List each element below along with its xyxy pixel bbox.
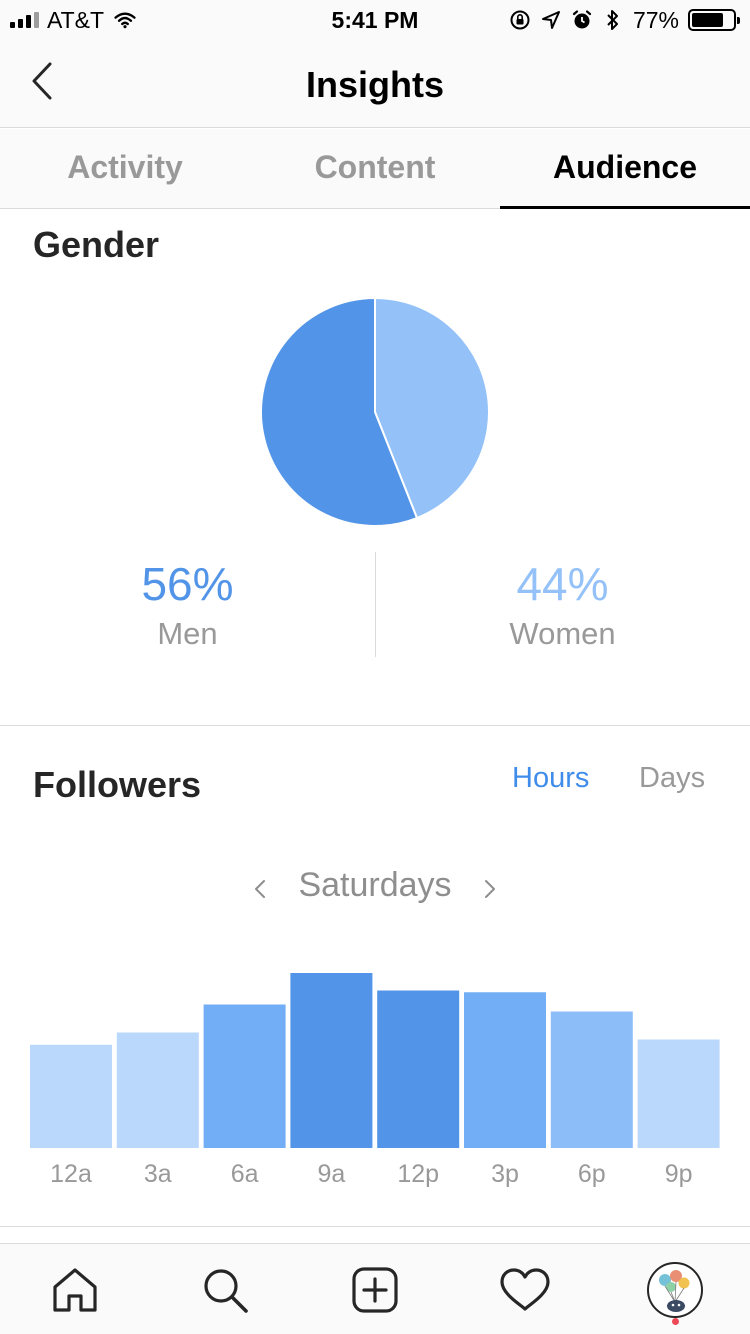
status-bar: AT&T 5:41 PM 77% (0, 0, 750, 40)
hour-label-3p: 3p (491, 1160, 519, 1188)
hour-label-6a: 6a (230, 1160, 259, 1188)
tab-audience[interactable]: Audience (500, 129, 750, 209)
women-label: Women (509, 616, 616, 651)
gender-title: Gender (33, 224, 160, 265)
orientation-lock-icon (509, 9, 531, 31)
section-divider (0, 725, 750, 726)
battery-icon (688, 9, 740, 31)
bar-6a[interactable] (203, 1004, 286, 1149)
home-icon (53, 1268, 97, 1312)
alarm-icon (571, 9, 593, 31)
day-selector: Saturdays (298, 866, 452, 904)
profile-avatar (647, 1262, 703, 1318)
home-button[interactable] (43, 1258, 107, 1322)
hour-label-3a: 3a (143, 1160, 172, 1188)
gender-women-stat: 44% Women (375, 556, 750, 652)
bar-9a[interactable] (290, 973, 373, 1148)
men-label: Men (157, 616, 218, 651)
tab-activity[interactable]: Activity (0, 129, 250, 208)
page-title: Insights (305, 64, 444, 105)
balloons-icon (659, 1270, 690, 1312)
status-right: 77% (509, 6, 740, 34)
search-icon (204, 1269, 248, 1313)
gender-pie-chart (260, 297, 490, 527)
bar-12a[interactable] (30, 1044, 112, 1148)
location-icon (540, 9, 562, 31)
section-divider (0, 1226, 750, 1227)
battery-percent: 77% (632, 6, 679, 33)
men-percent: 56% (141, 558, 234, 610)
search-button[interactable] (193, 1258, 257, 1322)
women-percent: 44% (516, 558, 609, 610)
activity-button[interactable] (493, 1258, 557, 1322)
bar-3p[interactable] (464, 992, 546, 1148)
new-post-button[interactable] (343, 1258, 407, 1322)
battery-level (692, 13, 723, 27)
bottom-tab-bar (0, 1243, 750, 1334)
days-toggle[interactable]: Days (639, 762, 705, 795)
insights-tabs: Activity Content Audience (0, 129, 750, 209)
hour-label-9p: 9p (664, 1160, 693, 1188)
hours-toggle[interactable]: Hours (512, 762, 589, 795)
profile-button[interactable] (643, 1258, 707, 1322)
hour-label-12p: 12p (397, 1160, 440, 1188)
bar-12p[interactable] (377, 990, 460, 1149)
hour-label-9a: 9a (317, 1160, 346, 1188)
hour-label-12a: 12a (50, 1160, 92, 1188)
nav-header: Insights (0, 40, 750, 128)
next-day-button[interactable] (478, 874, 502, 904)
bar-3a[interactable] (116, 1032, 199, 1149)
tab-content[interactable]: Content (250, 129, 500, 208)
new-post-icon (352, 1267, 398, 1313)
bluetooth-icon (602, 9, 624, 31)
hour-label-6p: 6p (577, 1160, 606, 1188)
followers-bar-chart (30, 973, 720, 1149)
followers-title: Followers (33, 764, 202, 805)
bar-6p[interactable] (550, 1011, 633, 1149)
gender-men-stat: 56% Men (0, 556, 375, 652)
chevron-right-icon (485, 880, 495, 898)
bar-9p[interactable] (637, 1039, 720, 1149)
activity-heart-icon (500, 1268, 550, 1311)
notification-dot (672, 1318, 679, 1325)
